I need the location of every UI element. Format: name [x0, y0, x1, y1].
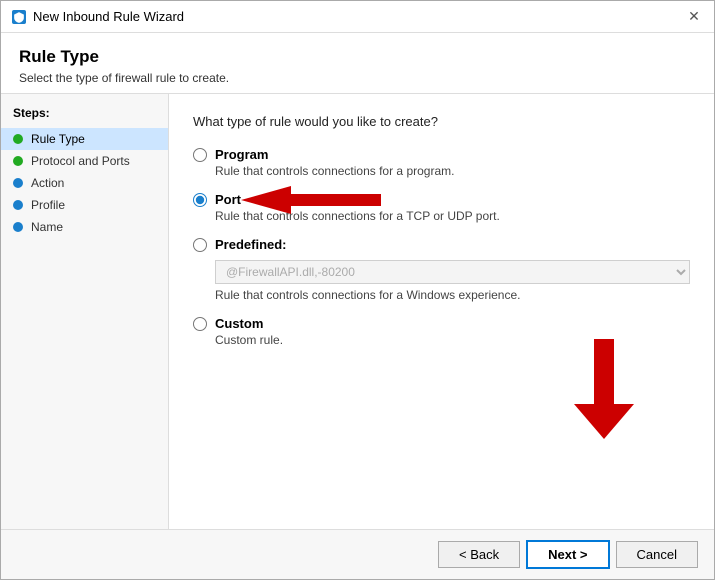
sidebar-item-protocol-ports[interactable]: Protocol and Ports	[1, 150, 168, 172]
option-predefined-desc: Rule that controls connections for a Win…	[215, 288, 690, 302]
option-predefined: Predefined: @FirewallAPI.dll,-80200 Rule…	[193, 237, 690, 302]
radio-custom[interactable]	[193, 317, 207, 331]
dot-icon-name	[13, 222, 23, 232]
predefined-select: @FirewallAPI.dll,-80200	[215, 260, 690, 284]
option-program: Program Rule that controls connections f…	[193, 147, 690, 178]
page-title: Rule Type	[19, 47, 696, 67]
option-custom-label[interactable]: Custom	[193, 316, 690, 331]
page-subtitle: Select the type of firewall rule to crea…	[19, 71, 696, 85]
steps-label: Steps:	[1, 106, 168, 128]
sidebar-item-action[interactable]: Action	[1, 172, 168, 194]
wizard-window: New Inbound Rule Wizard ✕ Rule Type Sele…	[0, 0, 715, 580]
main-panel: What type of rule would you like to crea…	[169, 94, 714, 529]
title-bar-title: New Inbound Rule Wizard	[33, 9, 184, 24]
radio-predefined[interactable]	[193, 238, 207, 252]
left-arrow-icon	[241, 186, 381, 214]
down-arrow-container	[574, 339, 634, 439]
radio-port[interactable]	[193, 193, 207, 207]
sidebar: Steps: Rule Type Protocol and Ports Acti…	[1, 94, 169, 529]
dot-icon-profile	[13, 200, 23, 210]
main-question: What type of rule would you like to crea…	[193, 114, 690, 129]
title-bar: New Inbound Rule Wizard ✕	[1, 1, 714, 33]
footer: < Back Next > Cancel	[1, 529, 714, 579]
option-port: Port Rule that controls connections for …	[193, 192, 690, 223]
sidebar-item-profile[interactable]: Profile	[1, 194, 168, 216]
sidebar-label-name: Name	[31, 220, 63, 234]
down-arrow-icon	[574, 339, 634, 439]
title-bar-left: New Inbound Rule Wizard	[11, 9, 184, 25]
close-button[interactable]: ✕	[684, 7, 704, 27]
sidebar-label-profile: Profile	[31, 198, 65, 212]
option-program-desc: Rule that controls connections for a pro…	[215, 164, 690, 178]
dot-icon-action	[13, 178, 23, 188]
option-port-label[interactable]: Port	[193, 192, 690, 207]
cancel-button[interactable]: Cancel	[616, 541, 698, 568]
content-area: Steps: Rule Type Protocol and Ports Acti…	[1, 94, 714, 529]
option-program-label[interactable]: Program	[193, 147, 690, 162]
option-predefined-label[interactable]: Predefined:	[193, 237, 690, 252]
page-header: Rule Type Select the type of firewall ru…	[1, 33, 714, 94]
sidebar-item-name[interactable]: Name	[1, 216, 168, 238]
dot-icon-protocol	[13, 156, 23, 166]
sidebar-label-protocol: Protocol and Ports	[31, 154, 130, 168]
next-button[interactable]: Next >	[526, 540, 609, 569]
sidebar-label-rule-type: Rule Type	[31, 132, 85, 146]
wizard-icon	[11, 9, 27, 25]
back-button[interactable]: < Back	[438, 541, 520, 568]
sidebar-label-action: Action	[31, 176, 64, 190]
sidebar-item-rule-type[interactable]: Rule Type	[1, 128, 168, 150]
radio-program[interactable]	[193, 148, 207, 162]
dot-icon-rule-type	[13, 134, 23, 144]
